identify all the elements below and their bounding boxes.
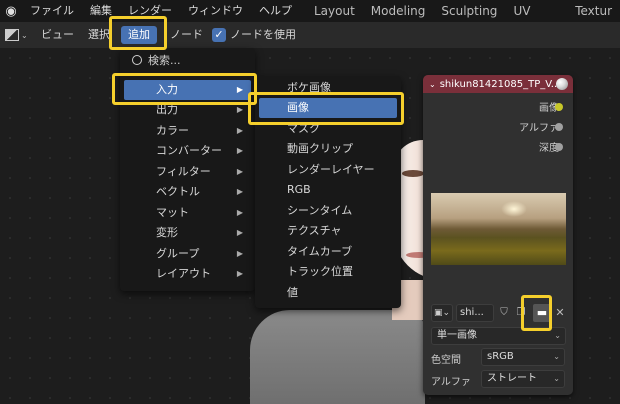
menu-item-vector[interactable]: ベクトル ▶ (124, 182, 251, 202)
menu-item-label: フィルター (156, 165, 211, 178)
menu-item-label: グループ (156, 247, 200, 260)
image-browse-icon[interactable]: ▣⌄ (431, 304, 453, 322)
blender-logo-icon[interactable]: ◉ (0, 4, 22, 19)
highlight-open-folder (521, 295, 552, 331)
fake-user-shield-icon[interactable]: ⛉ (497, 305, 511, 321)
search-label: 検索... (148, 54, 181, 67)
image-selector-row: ▣⌄ shi... ⛉ ❐ (431, 304, 528, 322)
chevron-down-icon: ⌄ (553, 374, 560, 383)
node-header[interactable]: ⌄ shikun81421085_TP_V... (423, 75, 573, 93)
editor-type-icon (5, 29, 19, 41)
menu-item-scene-time[interactable]: シーンタイム (259, 201, 397, 221)
output-label: アルファ (519, 123, 559, 134)
use-nodes-checkbox[interactable]: ✓ (212, 28, 226, 42)
chevron-down-icon: ⌄ (554, 331, 561, 340)
menu-item-label: カラー (156, 124, 189, 137)
menu-item-group[interactable]: グループ ▶ (124, 244, 251, 264)
menu-search[interactable]: 検索... (132, 52, 181, 68)
menu-item-movie-clip[interactable]: 動画クリップ (259, 139, 397, 159)
backdrop-photo (250, 310, 425, 404)
menu-item-label: レイアウト (156, 267, 211, 280)
collapse-chevron-icon[interactable]: ⌄ (429, 80, 436, 89)
submenu-arrow-icon: ▶ (236, 228, 243, 237)
editor-type-selector[interactable]: ⌄ (2, 26, 34, 44)
menu-item-value[interactable]: 値 (259, 283, 397, 303)
output-alpha: アルファ (519, 119, 559, 134)
submenu-arrow-icon: ▶ (236, 146, 243, 155)
menu-item-layout[interactable]: レイアウト ▶ (124, 264, 251, 284)
submenu-arrow-icon: ▶ (236, 269, 243, 278)
alpha-dropdown[interactable]: ストレート ⌄ (481, 370, 565, 388)
alpha-label: アルファ (431, 377, 471, 388)
menu-node[interactable]: ノード (170, 22, 203, 48)
top-menu-bar: ◉ ファイル 編集 レンダー ウィンドウ ヘルプ Layout Modeling… (0, 0, 620, 40)
menu-item-render-layers[interactable]: レンダーレイヤー (259, 160, 397, 180)
search-icon (132, 55, 142, 65)
colorspace-label: 色空間 (431, 355, 461, 366)
menu-file[interactable]: ファイル (22, 0, 82, 22)
menu-item-track-position[interactable]: トラック位置 (259, 262, 397, 282)
menu-item-rgb[interactable]: RGB (259, 180, 397, 200)
backdrop-photo-eye (402, 170, 424, 177)
submenu-arrow-icon: ▶ (236, 208, 243, 217)
preview-sun (501, 201, 527, 217)
menu-item-label: ベクトル (156, 185, 200, 198)
menu-view[interactable]: ビュー (34, 22, 81, 48)
menu-item-texture[interactable]: テクスチャ (259, 221, 397, 241)
node-title: shikun81421085_TP_V... (439, 78, 561, 90)
menu-item-matte[interactable]: マット ▶ (124, 203, 251, 223)
image-preview (431, 193, 566, 265)
menu-item-label: コンバーター (156, 144, 222, 157)
menu-item-distort[interactable]: 変形 ▶ (124, 223, 251, 243)
submenu-arrow-icon: ▶ (236, 167, 243, 176)
menu-item-label: マット (156, 206, 189, 219)
depth-socket[interactable] (555, 143, 563, 151)
close-icon[interactable]: ✕ (553, 304, 567, 322)
image-name-field[interactable]: shi... (456, 304, 494, 322)
editor-header: ⌄ ビュー 選択 (0, 22, 620, 48)
menu-item-label: 変形 (156, 226, 178, 239)
menu-help[interactable]: ヘルプ (251, 0, 300, 22)
highlight-image-item (248, 92, 404, 125)
image-socket[interactable] (555, 103, 563, 111)
submenu-arrow-icon: ▶ (236, 187, 243, 196)
use-nodes-label: ノードを使用 (230, 28, 296, 41)
highlight-add-button (109, 16, 167, 50)
colorspace-dropdown[interactable]: sRGB ⌄ (481, 348, 565, 366)
submenu-arrow-icon: ▶ (236, 249, 243, 258)
image-node[interactable]: ⌄ shikun81421085_TP_V... 画像 アルファ 深度 ▣⌄ s… (423, 75, 573, 395)
chevron-down-icon: ⌄ (21, 30, 28, 40)
submenu-arrow-icon: ▶ (236, 126, 243, 135)
chevron-down-icon: ⌄ (553, 352, 560, 361)
menu-item-converter[interactable]: コンバーター ▶ (124, 141, 251, 161)
menu-item-filter[interactable]: フィルター ▶ (124, 162, 251, 182)
alpha-value: ストレート (487, 373, 537, 384)
colorspace-value: sRGB (487, 351, 514, 362)
preview-sphere-icon[interactable] (556, 78, 568, 90)
menu-item-color[interactable]: カラー ▶ (124, 121, 251, 141)
alpha-socket[interactable] (555, 123, 563, 131)
menu-item-time-curve[interactable]: タイムカーブ (259, 242, 397, 262)
highlight-input-item (112, 73, 257, 105)
menu-window[interactable]: ウィンドウ (180, 0, 251, 22)
source-value: 単一画像 (437, 330, 477, 341)
